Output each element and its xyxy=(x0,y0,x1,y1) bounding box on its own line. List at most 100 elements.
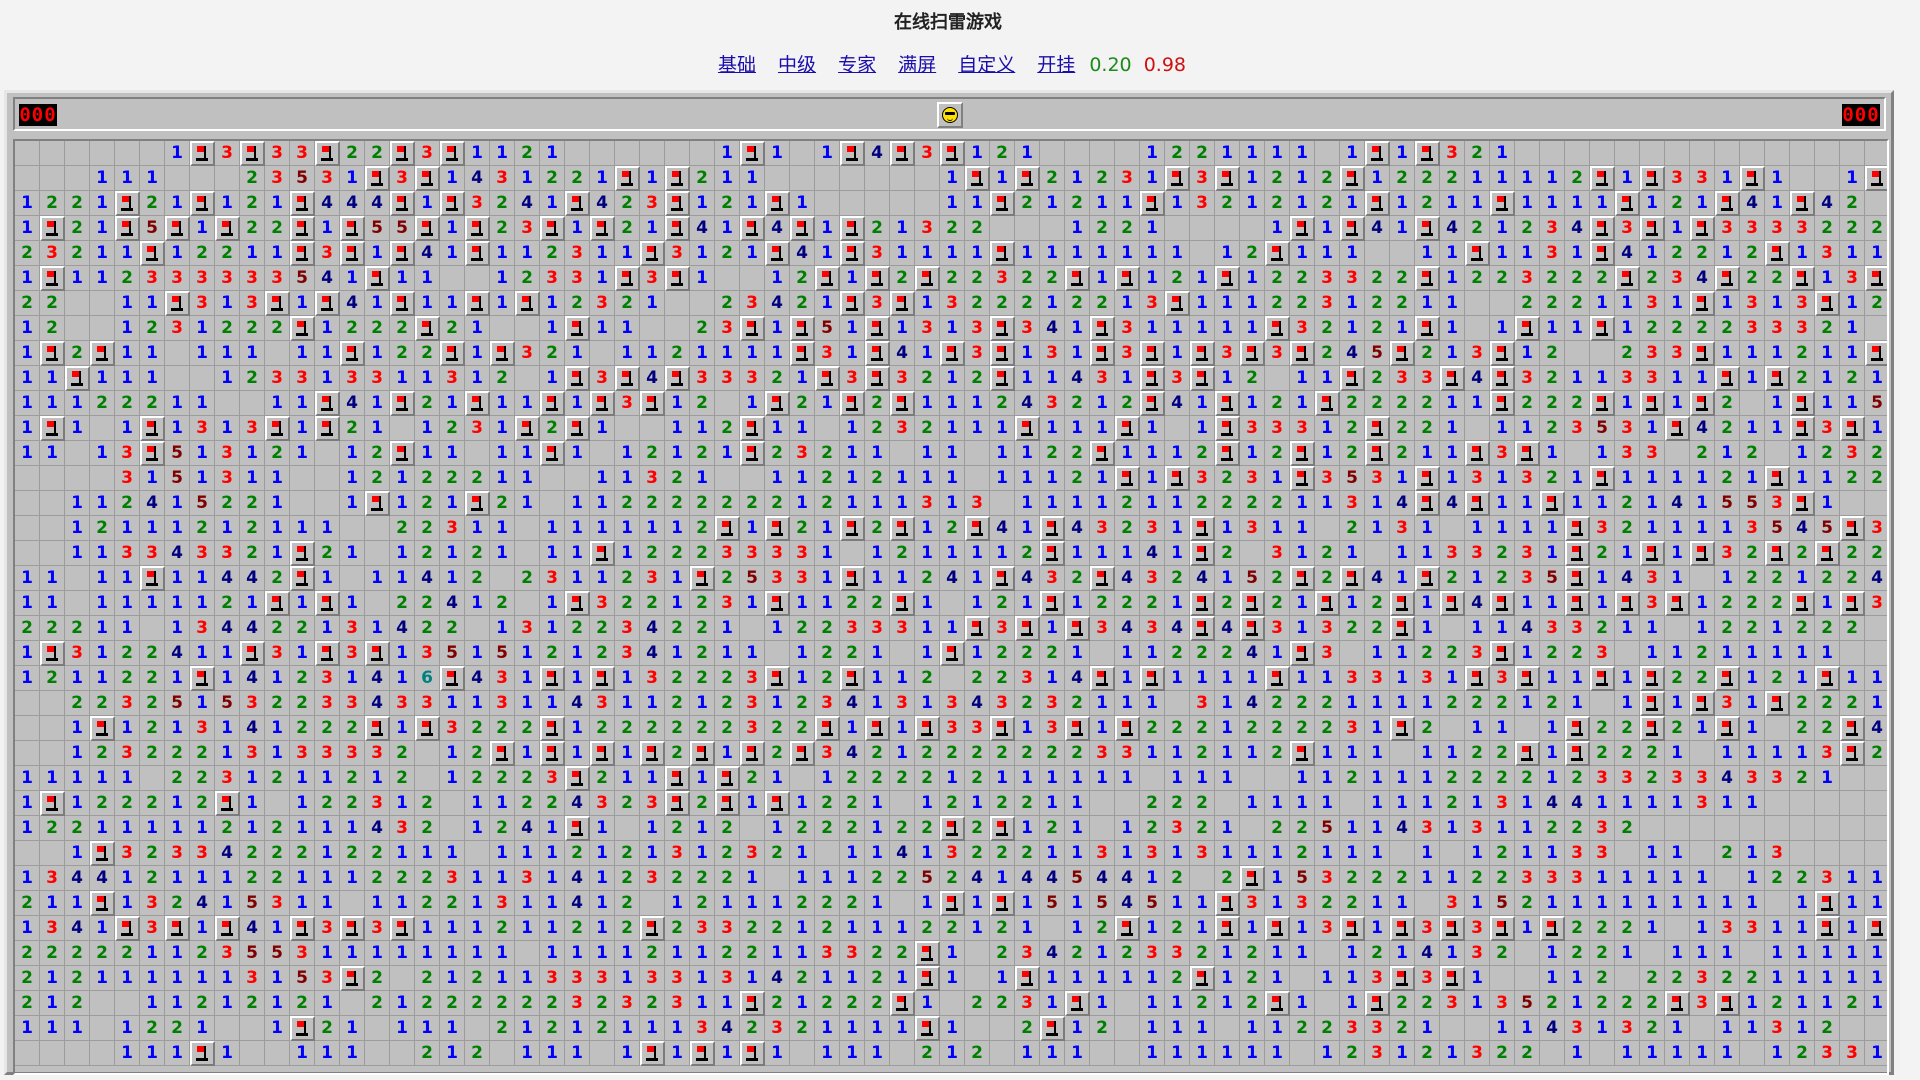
revealed-number-cell[interactable]: 1 xyxy=(890,966,915,991)
revealed-empty-cell[interactable] xyxy=(490,1041,515,1066)
flag-icon[interactable] xyxy=(165,916,190,941)
revealed-number-cell[interactable]: 1 xyxy=(390,666,415,691)
revealed-number-cell[interactable]: 2 xyxy=(690,491,715,516)
minefield[interactable]: 1333223112111143121122111111321111235313… xyxy=(15,141,1887,1071)
flag-icon[interactable] xyxy=(1765,366,1790,391)
revealed-number-cell[interactable]: 1 xyxy=(1215,1041,1240,1066)
revealed-number-cell[interactable]: 1 xyxy=(1515,516,1540,541)
revealed-empty-cell[interactable] xyxy=(1290,1041,1315,1066)
revealed-number-cell[interactable]: 1 xyxy=(715,341,740,366)
flag-icon[interactable] xyxy=(1290,641,1315,666)
revealed-number-cell[interactable]: 2 xyxy=(1690,241,1715,266)
revealed-number-cell[interactable]: 1 xyxy=(1290,141,1315,166)
revealed-number-cell[interactable]: 1 xyxy=(290,516,315,541)
revealed-number-cell[interactable]: 3 xyxy=(790,566,815,591)
revealed-number-cell[interactable]: 3 xyxy=(240,416,265,441)
revealed-number-cell[interactable]: 1 xyxy=(1215,966,1240,991)
flag-icon[interactable] xyxy=(1590,241,1615,266)
revealed-number-cell[interactable]: 1 xyxy=(190,916,215,941)
revealed-number-cell[interactable]: 1 xyxy=(440,741,465,766)
revealed-number-cell[interactable]: 3 xyxy=(465,191,490,216)
revealed-number-cell[interactable]: 2 xyxy=(690,641,715,666)
revealed-number-cell[interactable]: 6 xyxy=(415,666,440,691)
revealed-number-cell[interactable]: 1 xyxy=(315,941,340,966)
flag-icon[interactable] xyxy=(1140,191,1165,216)
revealed-number-cell[interactable]: 2 xyxy=(1140,791,1165,816)
revealed-number-cell[interactable]: 2 xyxy=(140,841,165,866)
flag-icon[interactable] xyxy=(515,416,540,441)
revealed-number-cell[interactable]: 5 xyxy=(1040,891,1065,916)
flag-icon[interactable] xyxy=(1640,166,1665,191)
flag-icon[interactable] xyxy=(215,916,240,941)
revealed-number-cell[interactable]: 2 xyxy=(1190,791,1215,816)
revealed-number-cell[interactable]: 1 xyxy=(1615,391,1640,416)
revealed-number-cell[interactable]: 1 xyxy=(1865,691,1887,716)
flag-icon[interactable] xyxy=(865,716,890,741)
revealed-number-cell[interactable]: 4 xyxy=(1065,366,1090,391)
revealed-number-cell[interactable]: 2 xyxy=(515,791,540,816)
revealed-number-cell[interactable]: 2 xyxy=(1815,691,1840,716)
revealed-empty-cell[interactable] xyxy=(1490,966,1515,991)
revealed-number-cell[interactable]: 1 xyxy=(215,966,240,991)
revealed-number-cell[interactable]: 1 xyxy=(1665,366,1690,391)
revealed-number-cell[interactable]: 2 xyxy=(790,966,815,991)
revealed-number-cell[interactable]: 3 xyxy=(340,691,365,716)
revealed-number-cell[interactable]: 2 xyxy=(165,891,190,916)
revealed-number-cell[interactable]: 5 xyxy=(740,566,765,591)
revealed-empty-cell[interactable] xyxy=(1865,616,1887,641)
revealed-number-cell[interactable]: 2 xyxy=(1615,516,1640,541)
revealed-number-cell[interactable]: 2 xyxy=(690,791,715,816)
flag-icon[interactable] xyxy=(840,216,865,241)
revealed-number-cell[interactable]: 2 xyxy=(1340,766,1365,791)
revealed-number-cell[interactable]: 1 xyxy=(490,266,515,291)
revealed-number-cell[interactable]: 1 xyxy=(465,141,490,166)
flag-icon[interactable] xyxy=(590,391,615,416)
revealed-number-cell[interactable]: 2 xyxy=(490,191,515,216)
revealed-empty-cell[interactable] xyxy=(465,616,490,641)
revealed-number-cell[interactable]: 2 xyxy=(215,491,240,516)
revealed-number-cell[interactable]: 1 xyxy=(1140,491,1165,516)
revealed-number-cell[interactable]: 1 xyxy=(1290,666,1315,691)
revealed-number-cell[interactable]: 4 xyxy=(365,691,390,716)
revealed-number-cell[interactable]: 3 xyxy=(765,566,790,591)
revealed-number-cell[interactable]: 2 xyxy=(240,491,265,516)
revealed-number-cell[interactable]: 3 xyxy=(1365,466,1390,491)
revealed-empty-cell[interactable] xyxy=(1740,141,1765,166)
revealed-number-cell[interactable]: 1 xyxy=(865,691,890,716)
revealed-number-cell[interactable]: 1 xyxy=(1290,166,1315,191)
revealed-number-cell[interactable]: 3 xyxy=(240,966,265,991)
revealed-empty-cell[interactable] xyxy=(65,316,90,341)
revealed-empty-cell[interactable] xyxy=(1640,141,1665,166)
revealed-empty-cell[interactable] xyxy=(365,1016,390,1041)
revealed-number-cell[interactable]: 1 xyxy=(1665,841,1690,866)
revealed-number-cell[interactable]: 3 xyxy=(665,241,690,266)
revealed-number-cell[interactable]: 1 xyxy=(115,1016,140,1041)
flag-icon[interactable] xyxy=(1215,916,1240,941)
revealed-empty-cell[interactable] xyxy=(715,466,740,491)
revealed-number-cell[interactable]: 2 xyxy=(1490,766,1515,791)
revealed-number-cell[interactable]: 1 xyxy=(840,916,865,941)
revealed-number-cell[interactable]: 2 xyxy=(265,316,290,341)
revealed-number-cell[interactable]: 2 xyxy=(1815,1016,1840,1041)
revealed-number-cell[interactable]: 1 xyxy=(1090,766,1115,791)
revealed-number-cell[interactable]: 1 xyxy=(165,816,190,841)
revealed-number-cell[interactable]: 3 xyxy=(815,341,840,366)
revealed-number-cell[interactable]: 1 xyxy=(1615,616,1640,641)
revealed-number-cell[interactable]: 2 xyxy=(615,591,640,616)
revealed-empty-cell[interactable] xyxy=(1240,216,1265,241)
revealed-number-cell[interactable]: 3 xyxy=(1490,441,1515,466)
revealed-empty-cell[interactable] xyxy=(215,1016,240,1041)
revealed-number-cell[interactable]: 3 xyxy=(490,166,515,191)
revealed-number-cell[interactable]: 3 xyxy=(1465,916,1490,941)
revealed-empty-cell[interactable] xyxy=(65,566,90,591)
revealed-number-cell[interactable]: 1 xyxy=(315,891,340,916)
revealed-empty-cell[interactable] xyxy=(1215,1016,1240,1041)
revealed-number-cell[interactable]: 2 xyxy=(1290,816,1315,841)
revealed-number-cell[interactable]: 3 xyxy=(640,666,665,691)
revealed-number-cell[interactable]: 1 xyxy=(1490,416,1515,441)
flag-icon[interactable] xyxy=(1640,391,1665,416)
revealed-empty-cell[interactable] xyxy=(1765,891,1790,916)
revealed-number-cell[interactable]: 2 xyxy=(1840,566,1865,591)
flag-icon[interactable] xyxy=(1390,591,1415,616)
revealed-number-cell[interactable]: 2 xyxy=(615,891,640,916)
